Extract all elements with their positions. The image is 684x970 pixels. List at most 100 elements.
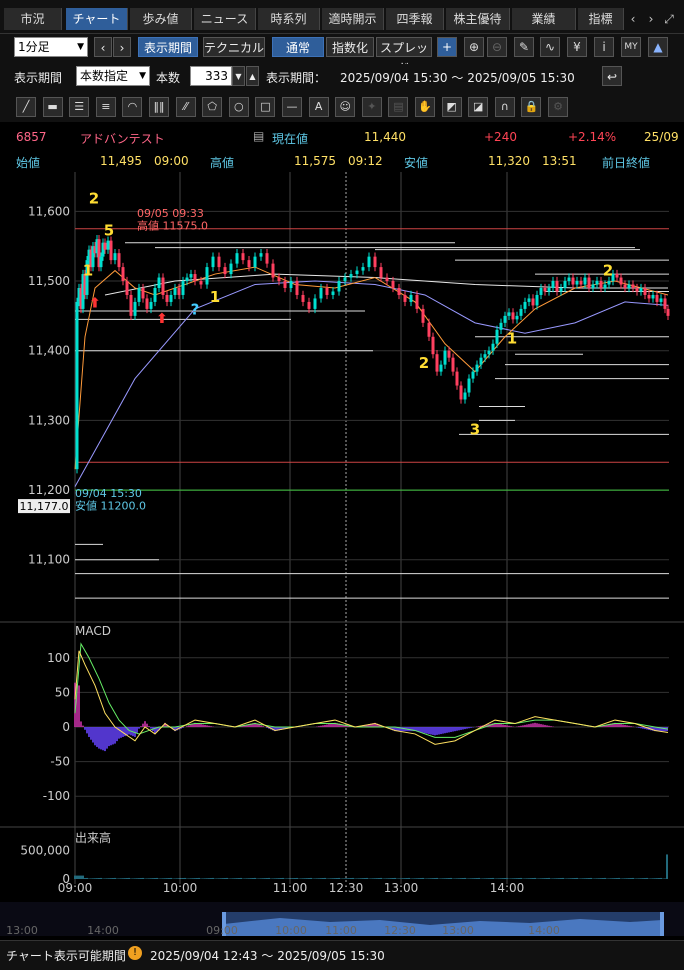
ruler-icon[interactable]: ▬ (42, 97, 63, 117)
icon-tool-icon[interactable]: ☺ (335, 97, 356, 117)
count-input[interactable]: 333 (190, 66, 232, 86)
candle-body (527, 298, 531, 302)
candle-body (319, 288, 323, 299)
zoom-in-icon[interactable]: ⊕ (464, 37, 484, 57)
eraser-icon[interactable]: ◩ (441, 97, 462, 117)
eraser-2-icon[interactable]: ◪ (468, 97, 489, 117)
candle-body (113, 253, 117, 261)
yen-icon[interactable]: ¥ (567, 37, 587, 57)
fan-icon[interactable]: ⁄⁄ (175, 97, 196, 117)
chart-app: { "tabs": ["市況","チャート","歩み値","ニュース","時系列… (0, 0, 684, 970)
candle-body (551, 281, 555, 288)
candle-body (133, 301, 137, 316)
candle-body (495, 329, 499, 344)
high-annotation-date: 09/05 09:33 (137, 207, 204, 220)
lock-icon[interactable]: 🔒 (521, 97, 542, 117)
spread-button[interactable]: スプレッド (376, 37, 432, 75)
prev-button[interactable]: ‹ (94, 37, 112, 57)
tab-indicators[interactable]: 指標 (578, 8, 624, 30)
candle-body (523, 301, 527, 309)
candle-body (271, 263, 275, 278)
price-tick-label: 11,100 (28, 553, 70, 567)
tab-market[interactable]: 市況 (4, 8, 62, 30)
candle-body (475, 364, 479, 372)
crosshair-icon[interactable]: + (437, 37, 457, 57)
candle-body (631, 284, 635, 288)
candle-body (355, 270, 359, 275)
v-lines-icon[interactable]: ‖‖ (149, 97, 169, 117)
candle-body (373, 256, 377, 268)
memo-icon[interactable]: ▤ (253, 129, 264, 143)
candle-body (137, 288, 141, 302)
wave-label: 1 (507, 330, 517, 348)
magnet-icon[interactable]: ∩ (494, 97, 515, 117)
candle-body (385, 277, 389, 282)
count-up-icon[interactable]: ▲ (246, 66, 259, 86)
return-icon[interactable]: ↩ (602, 66, 622, 86)
tab-quarterly[interactable]: 四季報 (386, 8, 444, 30)
candle-body (647, 294, 651, 299)
memo-icon[interactable]: ▤ (388, 97, 409, 117)
candle-body (421, 308, 425, 323)
arc-icon[interactable]: ◠ (122, 97, 143, 117)
candle-body (121, 267, 125, 282)
cursor-icon[interactable]: ✦ (361, 97, 382, 117)
price-chart[interactable]: 11,600 11,500 11,400 11,300 11,200 11,100 11,1… (0, 172, 684, 937)
candle-body (189, 274, 193, 278)
my-icon[interactable]: MY (621, 37, 641, 57)
candle-body (519, 308, 523, 316)
candle-body (447, 350, 451, 358)
zoom-out-icon[interactable]: ⊖ (487, 37, 507, 57)
tab-disclosure[interactable]: 適時開示 (322, 8, 384, 30)
info-icon[interactable]: i (594, 37, 614, 57)
pen-icon[interactable]: ✎ (514, 37, 534, 57)
candle-body (639, 288, 643, 292)
candle-body (247, 260, 251, 268)
low-time: 13:51 (542, 154, 577, 168)
chevron-left-icon[interactable]: ‹ (625, 8, 641, 30)
h-lines-2-icon[interactable]: ≡ (95, 97, 116, 117)
line-tool-icon[interactable]: ╱ (16, 97, 36, 117)
period-mode-select[interactable]: 本数指定 ▼ (76, 66, 150, 86)
h-lines-icon[interactable]: ☰ (69, 97, 90, 117)
wave-label: 1 (83, 261, 93, 279)
expand-icon[interactable]: ⤢ (661, 8, 677, 30)
chevron-right-icon[interactable]: › (643, 8, 659, 30)
drawing-icon[interactable]: ∿ (540, 37, 560, 57)
tab-timeseries[interactable]: 時系列 (258, 8, 320, 30)
candle-body (149, 301, 153, 309)
tab-ticks[interactable]: 歩み値 (130, 8, 192, 30)
count-down-icon[interactable]: ▼ (232, 66, 245, 86)
text-tool-icon[interactable]: A (308, 97, 329, 117)
hline-icon[interactable]: — (282, 97, 302, 117)
circle-icon[interactable]: ○ (228, 97, 249, 117)
navigator-right-handle (660, 912, 664, 936)
interval-select[interactable]: 1分足 ▼ (14, 37, 88, 57)
candle-body (205, 267, 209, 285)
area-chart-icon[interactable]: ▲ (648, 37, 668, 57)
index-button[interactable]: 指数化 (326, 37, 374, 57)
x-tick-label: 12:30 (329, 881, 364, 895)
macd-label: MACD (75, 624, 111, 638)
candle-body (543, 288, 547, 292)
display-period-button[interactable]: 表示期間 (138, 37, 198, 57)
wave-label: 5 (104, 222, 114, 240)
tab-earnings[interactable]: 業績 (512, 8, 576, 30)
candle-body (459, 385, 463, 400)
normal-button[interactable]: 通常 (272, 37, 324, 57)
technical-button[interactable]: テクニカル (203, 37, 265, 57)
candle-body (547, 288, 551, 292)
candle-body (643, 288, 647, 295)
tab-chart[interactable]: チャート (66, 8, 128, 30)
count-label: 本数 (156, 71, 181, 85)
next-button[interactable]: › (113, 37, 131, 57)
tab-news[interactable]: ニュース (194, 8, 256, 30)
settings-icon[interactable]: ⚙ (548, 97, 568, 117)
hand-icon[interactable]: ✋ (415, 97, 435, 117)
candle-body (591, 284, 595, 288)
x-tick-label: 09:00 (58, 881, 93, 895)
tab-benefits[interactable]: 株主優待 (446, 8, 510, 30)
pentagon-icon[interactable]: ⬠ (202, 97, 223, 117)
rectangle-icon[interactable]: □ (255, 97, 276, 117)
price-tick-label: 11,500 (28, 274, 70, 288)
